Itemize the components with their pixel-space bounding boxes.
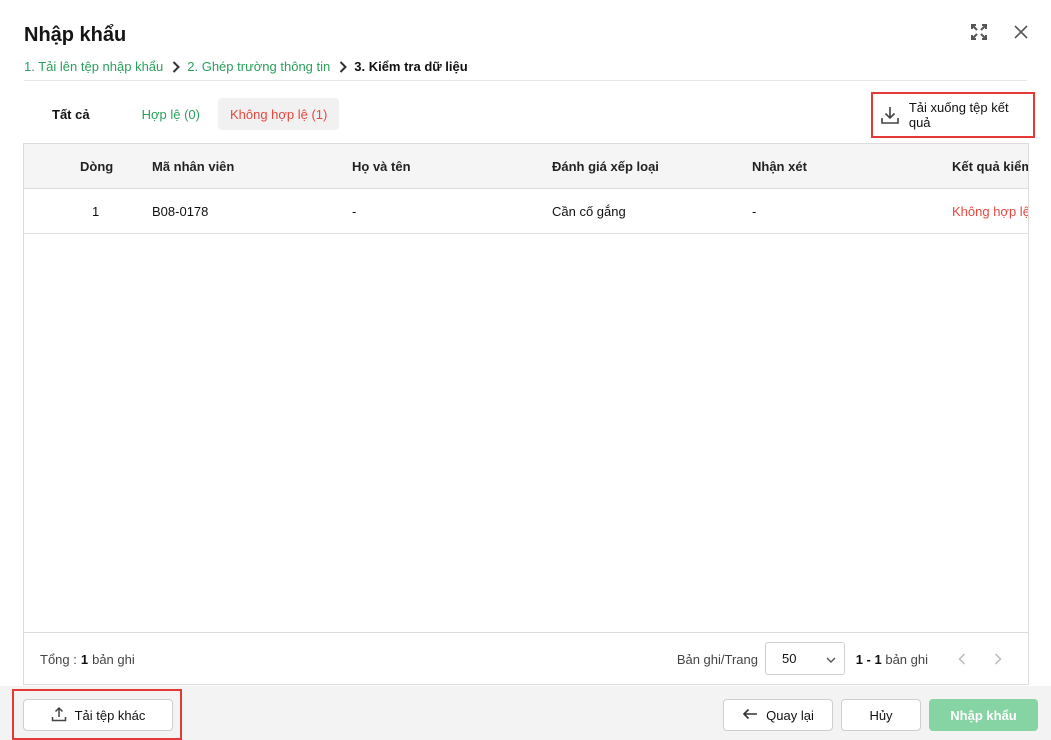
- per-page-value: 50: [782, 651, 797, 666]
- download-icon: [879, 104, 901, 126]
- cell-row: 1: [92, 204, 100, 219]
- cell-name: -: [352, 204, 357, 219]
- dialog-title: Nhập khẩu: [24, 24, 127, 46]
- pager: [954, 633, 1006, 684]
- total-count: Tổng : 1 bản ghi: [40, 633, 135, 684]
- header-divider: [24, 80, 1027, 81]
- step-upload[interactable]: 1. Tải lên tệp nhập khẩu: [24, 59, 163, 74]
- results-table: Dòng Mã nhân viên Họ và tên Đánh giá xếp…: [23, 143, 1029, 685]
- column-header-code: Mã nhân viên: [152, 159, 235, 174]
- import-button[interactable]: Nhập khẩu: [929, 699, 1038, 731]
- per-page-select[interactable]: 50: [765, 642, 845, 675]
- back-button[interactable]: Quay lại: [723, 699, 833, 731]
- cell-result: Không hợp lệ: [952, 204, 1029, 219]
- table-footer: Tổng : 1 bản ghi Bản ghi/Trang 50 1 - 1 …: [24, 632, 1028, 684]
- column-header-name: Họ và tên: [352, 159, 411, 174]
- cell-grade: Cần cố gắng: [552, 204, 626, 219]
- chevron-left-icon[interactable]: [954, 651, 970, 667]
- cell-note: -: [752, 204, 757, 219]
- column-header-grade: Đánh giá xếp loại: [552, 159, 659, 174]
- per-page-label: Bản ghi/Trang: [676, 651, 758, 667]
- download-result-label: Tải xuống tệp kết quả: [908, 100, 1009, 130]
- window-controls: [969, 22, 1031, 42]
- upload-icon: [51, 706, 67, 725]
- chevron-right-icon[interactable]: [990, 651, 1006, 667]
- chevron-right-icon: [169, 60, 183, 74]
- close-icon[interactable]: [1011, 22, 1031, 42]
- filter-tabs: Tất cả Hợp lệ (0) Không hợp lệ (1): [36, 98, 340, 130]
- step-check-data: 3. Kiểm tra dữ liệu: [354, 59, 468, 74]
- back-label: Quay lại: [766, 707, 814, 723]
- table-row[interactable]: 1 B08-0178 - Cần cố gắng - Không hợp lệ: [24, 189, 1028, 234]
- page-range: 1 - 1 bản ghi: [855, 633, 928, 684]
- tab-all[interactable]: Tất cả: [36, 98, 106, 130]
- download-result-button[interactable]: Tải xuống tệp kết quả: [871, 92, 1035, 138]
- total-label: Tổng :: [40, 651, 77, 667]
- cancel-label: Hủy: [869, 707, 893, 723]
- chevron-down-icon: [826, 651, 836, 666]
- arrow-left-icon: [742, 708, 758, 723]
- range-value: 1 - 1: [855, 651, 882, 667]
- table-header: Dòng Mã nhân viên Họ và tên Đánh giá xếp…: [24, 144, 1028, 189]
- tab-valid[interactable]: Hợp lệ (0): [130, 98, 212, 130]
- expand-icon[interactable]: [969, 22, 989, 42]
- range-unit: bản ghi: [885, 651, 928, 667]
- cell-code: B08-0178: [152, 204, 209, 219]
- step-mapping[interactable]: 2. Ghép trường thông tin: [187, 59, 330, 74]
- column-header-note: Nhận xét: [752, 159, 807, 174]
- upload-other-file-label: Tải tệp khác: [74, 707, 146, 723]
- cancel-button[interactable]: Hủy: [841, 699, 921, 731]
- column-header-result: Kết quả kiểm: [952, 159, 1029, 174]
- tab-invalid[interactable]: Không hợp lệ (1): [217, 98, 340, 130]
- total-number: 1: [80, 651, 89, 667]
- upload-other-file-button[interactable]: Tải tệp khác: [23, 699, 173, 731]
- breadcrumb: 1. Tải lên tệp nhập khẩu 2. Ghép trường …: [24, 59, 468, 74]
- total-unit: bản ghi: [92, 651, 135, 667]
- chevron-right-icon: [336, 60, 350, 74]
- import-label: Nhập khẩu: [950, 707, 1017, 723]
- column-header-row: Dòng: [80, 159, 114, 174]
